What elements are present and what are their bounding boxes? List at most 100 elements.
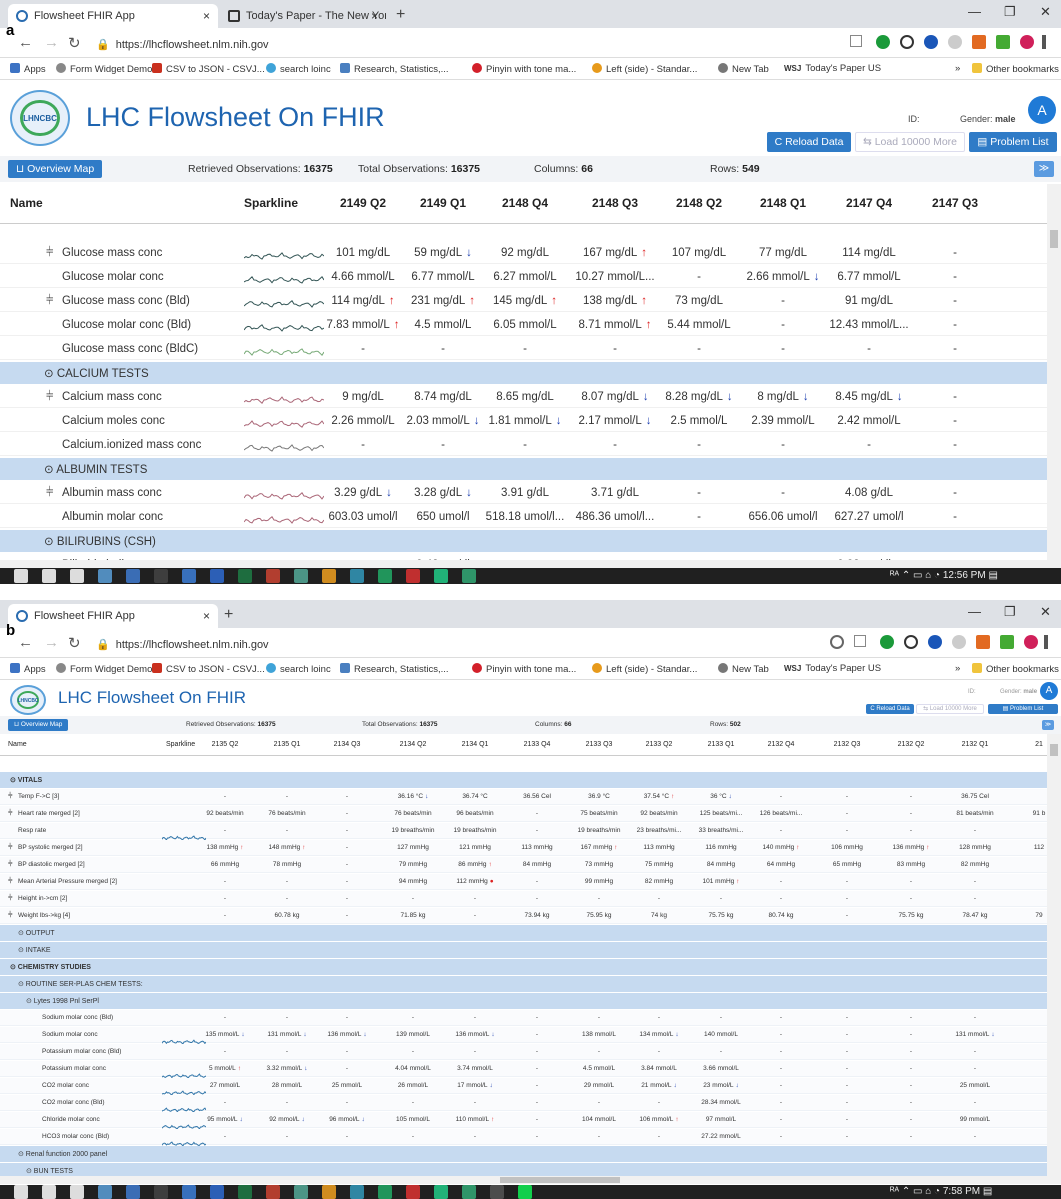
horizontal-scrollbar[interactable]	[0, 1176, 1061, 1184]
column-header-period[interactable]: 2133 Q1	[692, 741, 750, 748]
column-header-period[interactable]: 2132 Q1	[946, 741, 1004, 748]
taskbar-app-icon[interactable]	[126, 569, 140, 583]
horizontal-scrollbar[interactable]	[0, 560, 1061, 568]
table-row[interactable]: ⫩ BP diastolic merged [2] 66 mmHg 78 mmHg - 7…	[0, 857, 1047, 873]
forward-icon[interactable]: →	[44, 34, 59, 51]
extension-red-badge-icon[interactable]	[1000, 635, 1014, 649]
table-row[interactable]: Glucose molar conc 4.66 mmol/L 6.77 mmol/L…	[0, 266, 1047, 288]
taskbar-app-icon[interactable]	[154, 1185, 168, 1199]
url-field[interactable]: 🔒 https://lhcflowsheet.nlm.nih.gov	[96, 638, 269, 651]
table-row[interactable]: ⫩ Height in->cm [2] - - - - - - - - - - - - -	[0, 891, 1047, 907]
column-header-period[interactable]: 2148 Q3	[572, 196, 658, 210]
scroll-thumb[interactable]	[1050, 230, 1058, 248]
close-window-icon[interactable]: ✕	[1040, 604, 1051, 620]
table-row[interactable]: ⫩ Temp F->C [3] - - -36.16 °C ↓ 36.74 °C 36.56 …	[0, 789, 1047, 805]
taskbar-app-icon[interactable]	[294, 569, 308, 583]
vertical-scrollbar[interactable]	[1047, 734, 1061, 1176]
extension-orange-icon[interactable]	[972, 35, 986, 49]
problem-list-button[interactable]: ▤ Problem List	[988, 704, 1058, 714]
taskbar-app-icon[interactable]	[406, 1185, 420, 1199]
zoom-icon[interactable]	[830, 635, 844, 649]
table-row[interactable]: CO2 molar conc (Bld) - - - - - - - - 28.34 mmol/L…	[0, 1095, 1047, 1113]
bookmark-todays-paper[interactable]: WSJ Today's Paper US	[784, 663, 881, 674]
column-header-period[interactable]: 2132 Q2	[882, 741, 940, 748]
taskbar-app-icon[interactable]	[266, 569, 280, 583]
bookmark-overflow[interactable]: »	[955, 63, 960, 74]
bookmark-csv[interactable]: CSV to JSON - CSVJ...	[152, 63, 265, 75]
table-row[interactable]: ⫩ Albumin mass conc 3.29 g/dL ↓ 3.28 g/dL ↓ 3.…	[0, 482, 1047, 504]
close-window-icon[interactable]: ✕	[1040, 4, 1051, 20]
group-toggle-icon[interactable]: ⫩	[8, 876, 13, 886]
taskbar-app-icon[interactable]	[434, 1185, 448, 1199]
column-header-period[interactable]: 2135 Q2	[196, 741, 254, 748]
bookmark-new-tab[interactable]: New Tab	[718, 63, 769, 75]
taskbar-app-icon[interactable]	[350, 1185, 364, 1199]
bookmark-search-loinc[interactable]: search loinc	[266, 63, 331, 75]
extension-green-icon[interactable]	[880, 635, 894, 649]
table-row[interactable]: Calcium.ionized mass conc - - - - - - - -	[0, 434, 1047, 456]
bookmark-other[interactable]: Other bookmarks	[972, 63, 1059, 75]
group-toggle-icon[interactable]: ⫩	[46, 388, 53, 404]
section-header-row[interactable]: ⊙ Lytes 1998 Pnl SerPl	[0, 993, 1047, 1009]
extension-grey-icon[interactable]	[948, 35, 962, 49]
url-field[interactable]: 🔒 https://lhcflowsheet.nlm.nih.gov	[96, 38, 269, 51]
extension-blue-icon[interactable]	[928, 635, 942, 649]
taskbar-app-icon[interactable]	[434, 569, 448, 583]
group-toggle-icon[interactable]: ⫩	[8, 859, 13, 869]
taskbar-app-icon[interactable]	[462, 1185, 476, 1199]
taskbar-app-icon[interactable]	[70, 1185, 84, 1199]
bookmark-apps[interactable]: Apps	[10, 663, 46, 675]
table-row[interactable]: Sodium molar conc (Bld) - - - - - - - - - - - - -	[0, 1010, 1047, 1026]
load-more-button[interactable]: ⇆ Load 10000 More	[855, 132, 965, 152]
h-scroll-thumb[interactable]	[500, 1177, 620, 1183]
reload-data-button[interactable]: C Reload Data	[866, 704, 914, 714]
windows-start-icon[interactable]	[14, 569, 28, 583]
bookmark-form-widget[interactable]: Form Widget Demo	[56, 663, 152, 675]
forward-icon[interactable]: →	[44, 634, 59, 651]
taskbar-app-icon[interactable]	[126, 1185, 140, 1199]
taskbar-app-icon[interactable]	[42, 1185, 56, 1199]
group-toggle-icon[interactable]: ⫩	[8, 910, 13, 920]
table-row[interactable]: ⫩ Weight lbs->kg [4] - 60.78 kg - 71.85 kg - 73…	[0, 908, 1047, 924]
tab-nytimes[interactable]: Today's Paper - The New York Ti ×	[220, 4, 386, 28]
table-row[interactable]: ⫩ Mean Arterial Pressure merged [2] - - - 94 …	[0, 874, 1047, 890]
table-row[interactable]: Glucose mass conc (BldC) - - - - - - - -	[0, 338, 1047, 360]
column-header-name[interactable]: Name	[8, 741, 27, 748]
taskbar-app-icon[interactable]	[42, 569, 56, 583]
reload-icon[interactable]: ↻	[68, 634, 81, 652]
tab-flowsheet[interactable]: Flowsheet FHIR App ×	[8, 604, 218, 628]
menu-kebab-icon[interactable]	[1042, 35, 1046, 49]
table-row[interactable]: Sodium molar conc 135 mmol/L ↓ 131 mmol/L ↓ 1…	[0, 1027, 1047, 1045]
bookmark-csv[interactable]: CSV to JSON - CSVJ...	[152, 663, 265, 675]
bookmark-search-loinc[interactable]: search loinc	[266, 663, 331, 675]
column-header-sparkline[interactable]: Sparkline	[244, 196, 298, 210]
table-row[interactable]: ⫩ Glucose mass conc 101 mg/dL 59 mg/dL ↓ 92 m…	[0, 242, 1047, 264]
table-row[interactable]: ⫩ BP systolic merged [2] 138 mmHg ↑ 148 mmHg…	[0, 840, 1047, 856]
bookmark-form-widget[interactable]: Form Widget Demo	[56, 63, 152, 75]
taskbar-app-icon[interactable]	[238, 1185, 252, 1199]
group-toggle-icon[interactable]: ⫩	[46, 484, 53, 500]
taskbar-app-icon[interactable]	[294, 1185, 308, 1199]
bookmark-overflow[interactable]: »	[955, 663, 960, 674]
column-header-period[interactable]: 2149 Q1	[400, 196, 486, 210]
vertical-scrollbar[interactable]	[1047, 184, 1061, 560]
windows-start-icon[interactable]	[14, 1185, 28, 1199]
table-row[interactable]: Glucose molar conc (Bld) 7.83 mmol/L ↑ 4.5 …	[0, 314, 1047, 336]
column-header-period[interactable]: 2133 Q4	[508, 741, 566, 748]
problem-list-button[interactable]: ▤ Problem List	[969, 132, 1057, 152]
taskbar-app-icon[interactable]	[266, 1185, 280, 1199]
table-row[interactable]: ⫩ Calcium mass conc 9 mg/dL 8.74 mg/dL 8.65 …	[0, 386, 1047, 408]
taskbar-app-icon[interactable]	[154, 569, 168, 583]
group-toggle-icon[interactable]: ⫩	[46, 292, 53, 308]
taskbar-app-icon[interactable]	[182, 569, 196, 583]
column-header-period[interactable]: 2147 Q4	[826, 196, 912, 210]
back-icon[interactable]: ←	[18, 634, 33, 651]
expand-button[interactable]: ≫	[1034, 161, 1054, 177]
section-header-row[interactable]: ⊙ Renal function 2000 panel	[0, 1146, 1047, 1162]
taskbar-app-icon[interactable]	[210, 1185, 224, 1199]
star-icon[interactable]	[854, 635, 866, 647]
scroll-thumb[interactable]	[1050, 744, 1058, 756]
table-row[interactable]: HCO3 molar conc (Bld) - - - - - - - - 27.22 mmol/…	[0, 1129, 1047, 1147]
table-row[interactable]: Potassium molar conc (Bld) - - - - - - - - - - - - -	[0, 1044, 1047, 1060]
column-header-period[interactable]: 2147 Q3	[912, 196, 998, 210]
